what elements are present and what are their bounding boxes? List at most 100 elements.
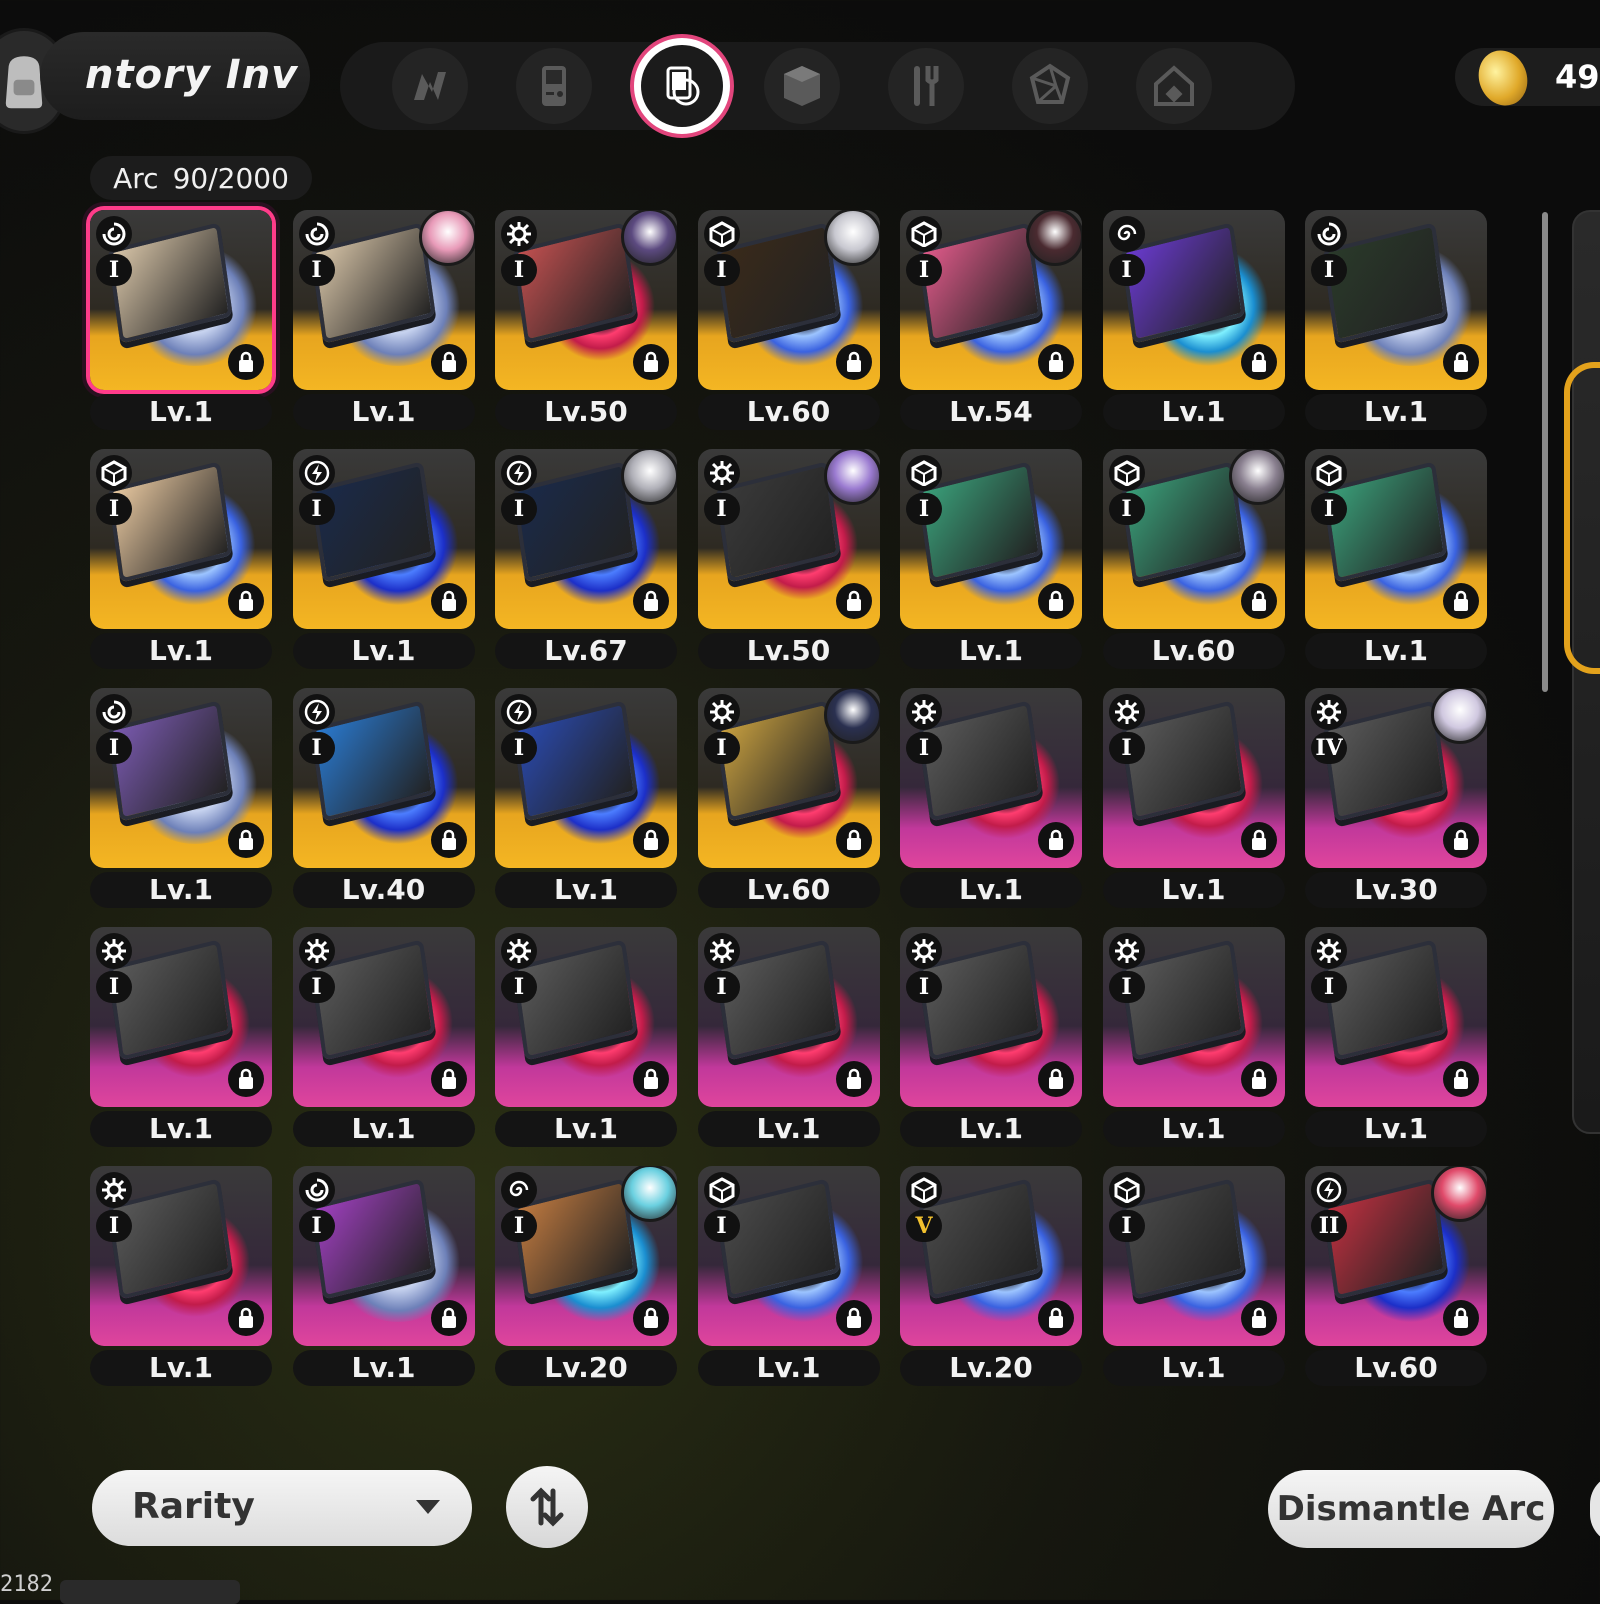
sort-dropdown-label: Rarity [132,1486,255,1527]
arc-card[interactable]: I [697,927,880,1107]
arc-card[interactable]: I [900,210,1082,390]
dismantle-arc-button[interactable]: Dismantle Arc [1268,1470,1554,1548]
lock-icon[interactable] [228,583,264,619]
lightning-element-icon [501,694,537,730]
arc-card[interactable]: I [697,688,880,868]
lock-icon[interactable] [228,1061,264,1097]
lock-icon[interactable] [633,583,669,619]
category-tabs [340,34,1295,138]
lock-icon[interactable] [228,822,264,858]
arc-card[interactable]: I [90,1166,272,1346]
arc-card[interactable]: I [697,1166,880,1346]
lock-icon[interactable] [835,1300,872,1336]
arc-card[interactable]: IV [1305,688,1487,868]
lock-icon[interactable] [1038,1061,1074,1097]
lock-icon[interactable] [1038,583,1074,619]
arc-card[interactable]: I [90,210,272,390]
tier-badge: I [1311,971,1347,1003]
lock-icon[interactable] [430,1300,467,1336]
currency-display: 49, [1455,43,1600,113]
sort-dropdown[interactable]: Rarity [92,1470,472,1546]
gear-element-icon [1108,694,1145,730]
tier-badge: I [96,732,132,764]
arc-card[interactable]: I [495,210,677,390]
tier-badge: I [703,1210,740,1242]
lock-icon[interactable] [1443,344,1479,380]
arc-card[interactable]: I [1102,927,1285,1107]
arc-card[interactable]: I [1305,210,1487,390]
arc-card[interactable]: I [1102,1166,1285,1346]
arc-card[interactable]: I [495,449,677,629]
lock-icon[interactable] [633,344,669,380]
arc-card[interactable]: I [292,927,475,1107]
arc-card[interactable]: I [900,688,1082,868]
sort-order-button[interactable] [506,1466,588,1548]
arc-card[interactable]: I [90,688,272,868]
arc-card[interactable]: I [1102,210,1285,390]
lock-icon[interactable] [835,1061,872,1097]
arc-card[interactable]: II [1305,1166,1487,1346]
card-level-label: Lv.1 [495,1111,677,1147]
scrollbar-thumb[interactable] [1542,212,1548,692]
arc-card[interactable]: I [292,688,475,868]
arc-card[interactable]: I [292,449,475,629]
arc-card[interactable]: I [900,927,1082,1107]
lock-icon[interactable] [633,822,669,858]
arc-card[interactable]: I [292,210,475,390]
page-title-pill: ntory Inv [40,32,310,120]
lock-icon[interactable] [1240,344,1277,380]
lock-icon[interactable] [1240,822,1277,858]
lock-icon[interactable] [1038,822,1074,858]
extra-action-button[interactable] [1590,1474,1600,1544]
tab-music-note-icon[interactable] [392,48,468,124]
lock-icon[interactable] [1443,1061,1479,1097]
lock-icon[interactable] [430,583,467,619]
tier-badge: I [298,1210,335,1242]
arc-card[interactable]: I [697,210,880,390]
lock-icon[interactable] [835,583,872,619]
character-avatar [621,449,677,505]
card-level-label: Lv.1 [90,633,272,669]
tab-crystal-icon[interactable] [1012,48,1088,124]
arc-card[interactable]: I [1305,927,1487,1107]
arc-card[interactable]: I [495,927,677,1107]
gold-coin-icon [1471,43,1535,113]
arc-card[interactable]: I [495,688,677,868]
lock-icon[interactable] [1443,1300,1479,1336]
lock-icon[interactable] [1240,1061,1277,1097]
tab-utensils-icon[interactable] [888,48,964,124]
arc-counter-value: 90/2000 [172,161,289,195]
lock-icon[interactable] [835,822,872,858]
arc-card[interactable]: I [697,449,880,629]
lock-icon[interactable] [228,344,264,380]
arc-card[interactable]: I [495,1166,677,1346]
arc-card[interactable]: I [90,927,272,1107]
gear-element-icon [703,455,740,491]
arc-card[interactable]: I [90,449,272,629]
lock-icon[interactable] [1443,583,1479,619]
arc-card[interactable]: I [292,1166,475,1346]
lock-icon[interactable] [430,1061,467,1097]
tab-home-icon[interactable] [1136,48,1212,124]
arc-card[interactable]: V [900,1166,1082,1346]
arc-card[interactable]: I [1305,449,1487,629]
arc-card[interactable]: I [1102,449,1285,629]
arc-card[interactable]: I [1102,688,1285,868]
lock-icon[interactable] [1038,344,1074,380]
lock-icon[interactable] [1240,1300,1277,1336]
lock-icon[interactable] [835,344,872,380]
tier-badge: I [96,254,132,286]
tab-arc-record-icon[interactable] [630,34,734,138]
grid-scrollbar[interactable] [1540,200,1550,1410]
lock-icon[interactable] [1038,1300,1074,1336]
tab-game-console-icon[interactable] [516,48,592,124]
lock-icon[interactable] [1443,822,1479,858]
lock-icon[interactable] [228,1300,264,1336]
arc-card[interactable]: I [900,449,1082,629]
lock-icon[interactable] [430,344,467,380]
lock-icon[interactable] [1240,583,1277,619]
lock-icon[interactable] [430,822,467,858]
lock-icon[interactable] [633,1300,669,1336]
lock-icon[interactable] [633,1061,669,1097]
tab-cube-icon[interactable] [764,48,840,124]
